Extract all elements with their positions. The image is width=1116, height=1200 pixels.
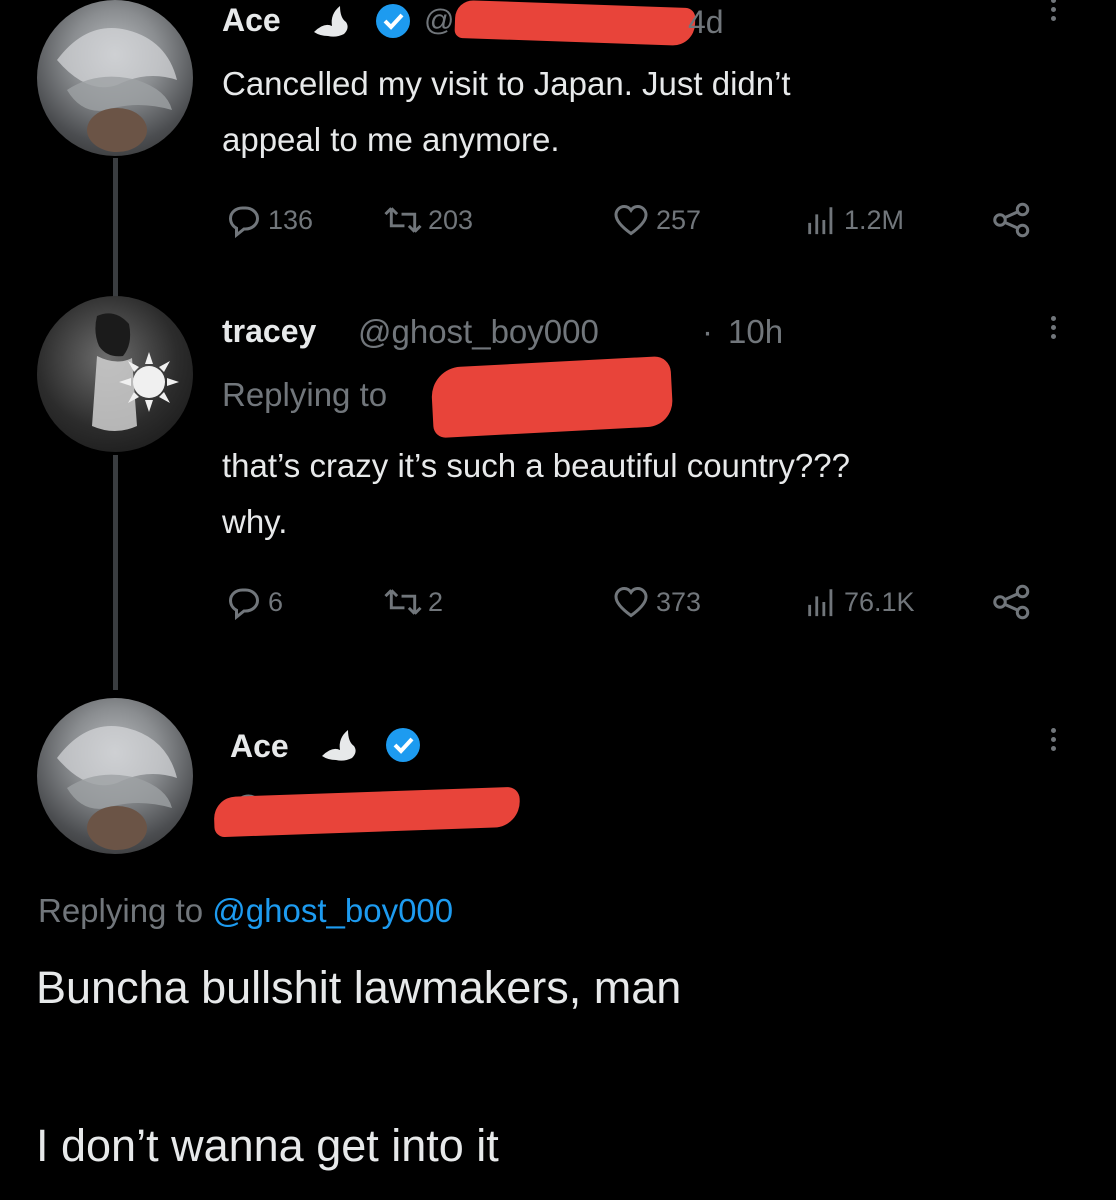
share-button[interactable] [992,584,1032,620]
tweet-text-line: Buncha bullshit lawmakers, man [36,962,682,1013]
reply-icon [228,206,260,238]
view-count: 76.1K [844,586,915,617]
like-button[interactable]: 257 [612,202,701,238]
author-name[interactable]: Ace [222,2,281,39]
reply-button[interactable]: 136 [226,202,313,238]
tweet-actions: 6 2 373 76.1K [226,584,1056,624]
like-icon [614,586,648,618]
avatar[interactable] [37,0,193,156]
more-icon[interactable] [1048,312,1058,343]
views-button[interactable]: 1.2M [804,202,904,238]
share-icon [993,202,1030,238]
views-button[interactable]: 76.1K [804,584,915,620]
dove-icon [318,726,362,771]
like-icon [614,204,648,236]
replying-to: Replying to @ghost_boy000 [38,892,453,930]
retweet-button[interactable]: 2 [384,584,443,620]
dove-icon [310,2,354,47]
tweet-text: Cancelled my visit to Japan. Just didn’t… [222,56,791,168]
reply-count: 6 [268,586,284,617]
tweet-text-line: why. [222,503,288,540]
retweet-count: 203 [428,204,474,235]
more-icon[interactable] [1048,724,1058,755]
retweet-count: 2 [428,586,444,617]
thread-line [113,158,118,308]
avatar-image [92,313,179,431]
retweet-button[interactable]: 203 [384,202,473,238]
redacted-handle [430,355,674,439]
avatar[interactable] [37,698,193,854]
avatar[interactable] [37,296,193,452]
reply-button[interactable]: 6 [226,584,283,620]
author-name[interactable]: Ace [230,728,289,765]
verified-badge-icon [374,2,412,45]
handle-prefix: @ [424,4,455,37]
retweet-icon [384,589,422,615]
timestamp: 10h [728,313,784,350]
tweet-actions: 136 203 257 1.2M [226,202,1056,242]
author-name[interactable]: tracey [222,313,316,350]
tweet-text-line: Cancelled my visit to Japan. Just didn’t [222,65,791,102]
timestamp: 4d [688,4,724,40]
like-count: 373 [656,586,702,617]
verified-badge-icon [384,726,422,769]
retweet-icon [384,207,422,233]
views-icon [808,589,833,617]
thread-line [113,455,118,690]
more-icon[interactable] [1048,0,1058,25]
like-count: 257 [656,204,702,235]
tweet-text-line: I don’t wanna get into it [36,1120,499,1171]
views-icon [808,207,833,235]
reply-count: 136 [268,204,314,235]
avatar-image [57,726,177,850]
replying-to-label: Replying to [38,892,204,929]
tweet-text-line: that’s crazy it’s such a beautiful count… [222,447,850,484]
separator: · [702,313,713,350]
replying-to-handle-link[interactable]: @ghost_boy000 [212,892,453,929]
author-handle[interactable]: @ghost_boy000 [358,313,599,351]
tweet-text: that’s crazy it’s such a beautiful count… [222,438,850,550]
share-icon [993,584,1030,620]
view-count: 1.2M [844,204,905,235]
redacted-handle [454,0,696,47]
replying-to-label: Replying to [222,376,388,413]
like-button[interactable]: 373 [612,584,701,620]
reply-icon [228,588,260,620]
avatar-image [57,28,177,152]
share-button[interactable] [992,202,1032,238]
tweet-text-line: appeal to me anymore. [222,121,560,158]
